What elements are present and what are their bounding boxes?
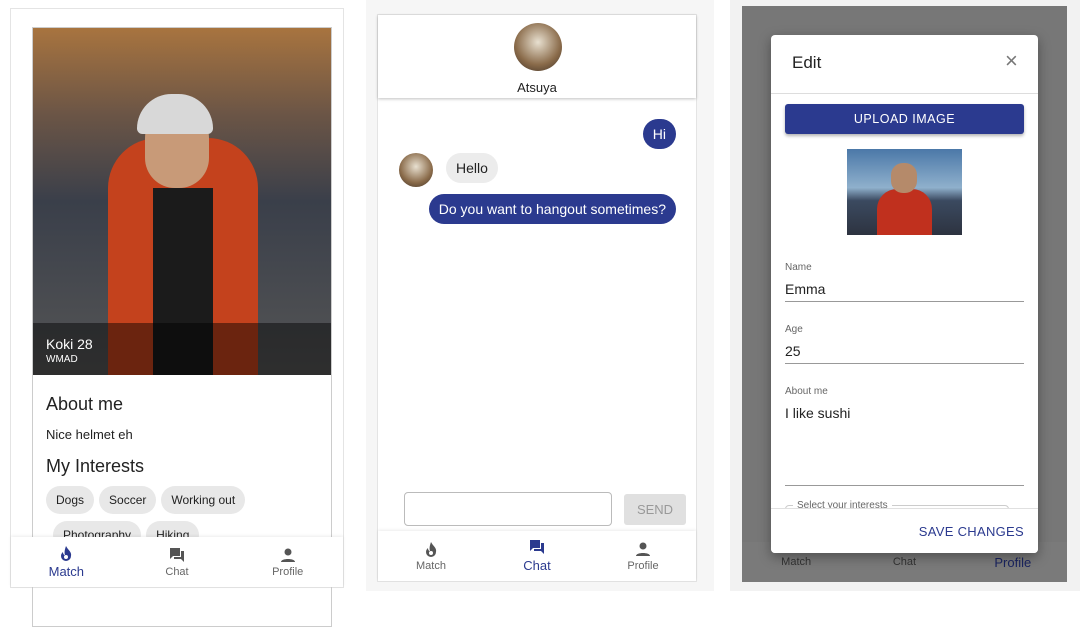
age-label: Age <box>785 324 803 335</box>
flame-icon <box>426 541 437 557</box>
message-sent: Do you want to hangout sometimes? <box>428 194 676 224</box>
name-input[interactable]: Emma <box>785 281 825 297</box>
match-name-age: Koki 28 <box>46 336 93 352</box>
name-label: Name <box>785 262 812 273</box>
match-screen: Koki 28 WMAD About me Nice helmet eh My … <box>10 8 344 627</box>
contact-name: Atsuya <box>517 80 557 95</box>
person-icon <box>280 548 295 562</box>
message-sent: Hi <box>642 119 676 149</box>
interest-chip: Soccer <box>99 486 157 514</box>
profile-photo: Koki 28 WMAD <box>33 28 331 375</box>
profile-image-preview <box>847 149 962 235</box>
contact-avatar[interactable] <box>514 23 562 71</box>
nav-profile[interactable]: Profile <box>590 531 696 581</box>
flame-icon <box>61 546 72 561</box>
sender-avatar <box>399 153 433 187</box>
nav-chat[interactable]: Chat <box>122 537 233 587</box>
match-school: WMAD <box>46 354 78 365</box>
nav-match[interactable]: Match <box>378 531 484 581</box>
upload-image-button[interactable]: UPLOAD IMAGE <box>785 104 1024 134</box>
about-label: About me <box>785 386 828 397</box>
chat-icon <box>170 547 184 562</box>
about-text: Nice helmet eh <box>46 427 133 442</box>
bottom-nav: Match Chat Profile <box>378 531 696 581</box>
dialog-title: Edit <box>792 53 822 72</box>
interest-chip: Working out <box>161 486 246 514</box>
close-icon[interactable]: × <box>1005 48 1018 74</box>
chat-header: Atsuya <box>378 15 696 98</box>
message-input[interactable] <box>404 492 612 526</box>
send-button[interactable]: SEND <box>624 494 686 525</box>
bottom-nav: Match Chat Profile <box>11 537 343 587</box>
about-input[interactable]: I like sushi <box>785 405 850 421</box>
nav-chat[interactable]: Chat <box>484 531 590 581</box>
person-icon <box>636 542 650 556</box>
chat-icon <box>530 540 544 554</box>
nav-profile[interactable]: Profile <box>232 537 343 587</box>
edit-dialog: Edit × UPLOAD IMAGE Name Emma Age 25 Abo… <box>771 35 1038 553</box>
message-received: Hello <box>446 153 498 183</box>
about-heading: About me <box>46 394 124 414</box>
interests-heading: My Interests <box>46 456 145 476</box>
interest-chip: Dogs <box>46 486 95 514</box>
chat-screen: Atsuya Hi Hello Do you want to hangout s… <box>377 14 697 582</box>
save-changes-button[interactable]: SAVE CHANGES <box>919 524 1024 539</box>
nav-match[interactable]: Match <box>11 537 122 587</box>
age-input[interactable]: 25 <box>785 343 801 359</box>
